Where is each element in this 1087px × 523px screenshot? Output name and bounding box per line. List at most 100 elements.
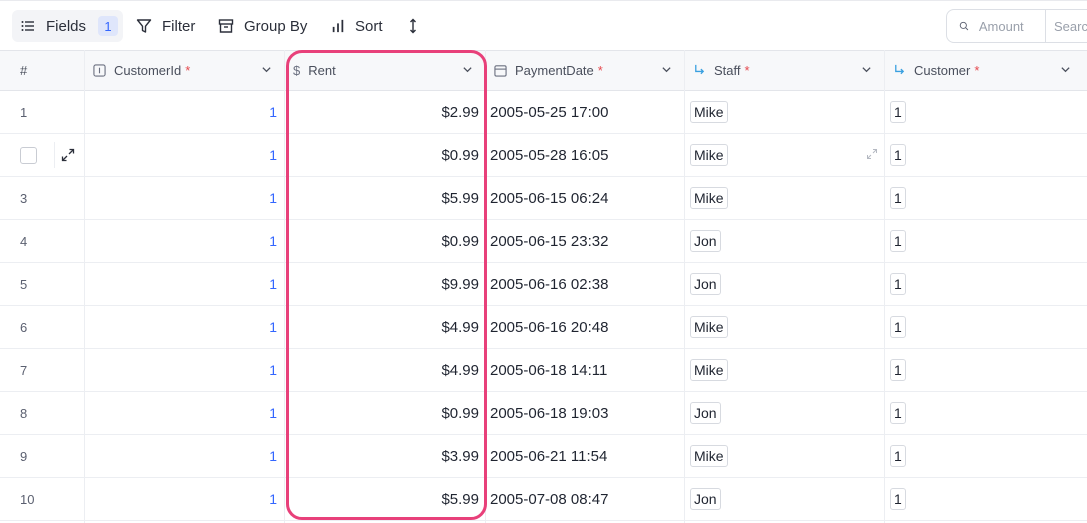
table-row[interactable]: 6 1 $4.99 2005-06-16 20:48 Mike 1 (0, 306, 1087, 349)
staff-cell[interactable]: Mike (690, 134, 885, 176)
payment-date-cell[interactable]: 2005-06-21 11:54 (490, 435, 685, 477)
staff-cell[interactable]: Jon (690, 478, 885, 520)
payment-date-cell[interactable]: 2005-06-15 23:32 (490, 220, 685, 262)
table-row[interactable]: 10 1 $5.99 2005-07-08 08:47 Jon 1 (0, 478, 1087, 521)
customer-cell[interactable]: 1 (890, 478, 1085, 520)
customer-chip[interactable]: 1 (890, 101, 906, 123)
customer-cell[interactable]: 1 (890, 392, 1085, 434)
staff-chip[interactable]: Mike (690, 187, 728, 209)
chevron-down-icon[interactable] (661, 64, 672, 75)
customer-chip[interactable]: 1 (890, 488, 906, 510)
customer-id-cell[interactable]: 1 (85, 263, 285, 305)
customer-id-cell[interactable]: 1 (85, 392, 285, 434)
customer-cell[interactable]: 1 (890, 91, 1085, 133)
customer-chip[interactable]: 1 (890, 230, 906, 252)
table-row[interactable]: 1 1 $2.99 2005-05-25 17:00 Mike 1 (0, 91, 1087, 134)
rent-cell[interactable]: $5.99 (285, 478, 485, 520)
staff-chip[interactable]: Mike (690, 144, 728, 166)
table-row[interactable]: 4 1 $0.99 2005-06-15 23:32 Jon 1 (0, 220, 1087, 263)
rent-cell[interactable]: $0.99 (285, 134, 485, 176)
table-row[interactable]: 1 $0.99 2005-05-28 16:05 Mike 1 (0, 134, 1087, 177)
payment-date-cell[interactable]: 2005-06-18 14:11 (490, 349, 685, 391)
expand-row-button[interactable] (54, 142, 80, 168)
row-height-button[interactable] (405, 10, 421, 42)
rent-cell[interactable]: $3.99 (285, 435, 485, 477)
table-row[interactable]: 3 1 $5.99 2005-06-15 06:24 Mike 1 (0, 177, 1087, 220)
customer-id-cell[interactable]: 1 (85, 134, 285, 176)
customer-chip[interactable]: 1 (890, 144, 906, 166)
customer-id-cell[interactable]: 1 (85, 177, 285, 219)
payment-date-cell[interactable]: 2005-06-18 19:03 (490, 392, 685, 434)
header-payment-date[interactable]: PaymentDate * (486, 50, 684, 91)
staff-chip[interactable]: Jon (690, 273, 721, 295)
row-checkbox[interactable] (20, 146, 37, 164)
staff-cell[interactable]: Mike (690, 435, 885, 477)
staff-chip[interactable]: Jon (690, 230, 721, 252)
customer-cell[interactable]: 1 (890, 263, 1085, 305)
expand-link-icon[interactable] (866, 148, 878, 160)
table-row[interactable]: 7 1 $4.99 2005-06-18 14:11 Mike 1 (0, 349, 1087, 392)
search-field-selector[interactable]: Amount (979, 19, 1045, 34)
staff-chip[interactable]: Mike (690, 316, 728, 338)
customer-chip[interactable]: 1 (890, 359, 906, 381)
sort-button[interactable]: Sort (331, 10, 383, 42)
staff-cell[interactable]: Mike (690, 91, 885, 133)
staff-cell[interactable]: Mike (690, 349, 885, 391)
customer-cell[interactable]: 1 (890, 134, 1085, 176)
customer-id-cell[interactable]: 1 (85, 478, 285, 520)
header-staff[interactable]: Staff * (685, 50, 884, 91)
rent-cell[interactable]: $0.99 (285, 392, 485, 434)
table-row[interactable]: 5 1 $9.99 2005-06-16 02:38 Jon 1 (0, 263, 1087, 306)
customer-id-cell[interactable]: 1 (85, 220, 285, 262)
staff-chip[interactable]: Jon (690, 402, 721, 424)
payment-date-cell[interactable]: 2005-05-28 16:05 (490, 134, 685, 176)
payment-date-cell[interactable]: 2005-06-16 02:38 (490, 263, 685, 305)
customer-chip[interactable]: 1 (890, 402, 906, 424)
rent-cell[interactable]: $9.99 (285, 263, 485, 305)
header-customer-id[interactable]: CustomerId * (85, 50, 284, 91)
rent-cell[interactable]: $0.99 (285, 220, 485, 262)
staff-chip[interactable]: Mike (690, 101, 728, 123)
staff-chip[interactable]: Mike (690, 359, 728, 381)
rent-cell[interactable]: $5.99 (285, 177, 485, 219)
staff-chip[interactable]: Mike (690, 445, 728, 467)
customer-cell[interactable]: 1 (890, 435, 1085, 477)
staff-cell[interactable]: Mike (690, 177, 885, 219)
rent-cell[interactable]: $4.99 (285, 349, 485, 391)
customer-chip[interactable]: 1 (890, 273, 906, 295)
customer-cell[interactable]: 1 (890, 220, 1085, 262)
table-row[interactable]: 8 1 $0.99 2005-06-18 19:03 Jon 1 (0, 392, 1087, 435)
staff-cell[interactable]: Jon (690, 220, 885, 262)
customer-id-cell[interactable]: 1 (85, 435, 285, 477)
customer-chip[interactable]: 1 (890, 445, 906, 467)
rent-cell[interactable]: $4.99 (285, 306, 485, 348)
chevron-down-icon[interactable] (261, 64, 272, 75)
payment-date-cell[interactable]: 2005-06-16 20:48 (490, 306, 685, 348)
customer-chip[interactable]: 1 (890, 187, 906, 209)
customer-cell[interactable]: 1 (890, 306, 1085, 348)
chevron-down-icon[interactable] (861, 64, 872, 75)
customer-chip[interactable]: 1 (890, 316, 906, 338)
customer-cell[interactable]: 1 (890, 177, 1085, 219)
chevron-down-icon[interactable] (462, 64, 473, 75)
staff-cell[interactable]: Mike (690, 306, 885, 348)
rent-cell[interactable]: $2.99 (285, 91, 485, 133)
customer-cell[interactable]: 1 (890, 349, 1085, 391)
header-customer[interactable]: Customer * (885, 50, 1087, 91)
filter-button[interactable]: Filter (136, 10, 195, 42)
header-rent[interactable]: $ Rent (285, 50, 485, 91)
staff-cell[interactable]: Jon (690, 263, 885, 305)
staff-chip[interactable]: Jon (690, 488, 721, 510)
payment-date-cell[interactable]: 2005-06-15 06:24 (490, 177, 685, 219)
chevron-down-icon[interactable] (1060, 64, 1071, 75)
search-input[interactable] (1045, 10, 1087, 42)
customer-id-cell[interactable]: 1 (85, 306, 285, 348)
fields-button[interactable]: Fields 1 (12, 10, 123, 42)
group-by-button[interactable]: Group By (218, 10, 307, 42)
staff-cell[interactable]: Jon (690, 392, 885, 434)
customer-id-cell[interactable]: 1 (85, 349, 285, 391)
table-row[interactable]: 9 1 $3.99 2005-06-21 11:54 Mike 1 (0, 435, 1087, 478)
payment-date-cell[interactable]: 2005-05-25 17:00 (490, 91, 685, 133)
payment-date-cell[interactable]: 2005-07-08 08:47 (490, 478, 685, 520)
customer-id-cell[interactable]: 1 (85, 91, 285, 133)
